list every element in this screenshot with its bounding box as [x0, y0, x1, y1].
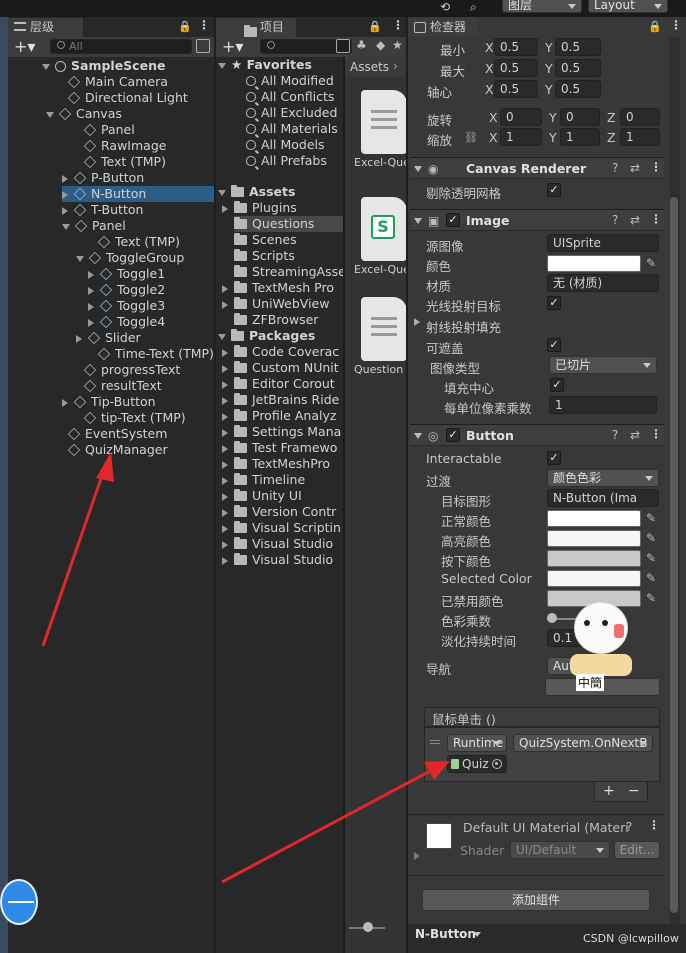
annotation-overlay — [41, 452, 450, 884]
watermark: CSDN @lcwpillow — [583, 932, 679, 945]
arrow-to-onclick-object — [221, 761, 450, 884]
sticker-text: 中簡 — [576, 674, 605, 691]
sticker-eye — [584, 620, 590, 626]
sticker-phone — [614, 624, 624, 638]
floating-assistant-button[interactable] — [0, 879, 38, 925]
sticker-bag — [570, 654, 632, 676]
sticker-eye — [602, 620, 608, 626]
sticker-image: 中簡 — [570, 602, 632, 692]
assistant-line-icon — [8, 901, 34, 903]
arrow-to-quizmanager — [41, 452, 114, 647]
